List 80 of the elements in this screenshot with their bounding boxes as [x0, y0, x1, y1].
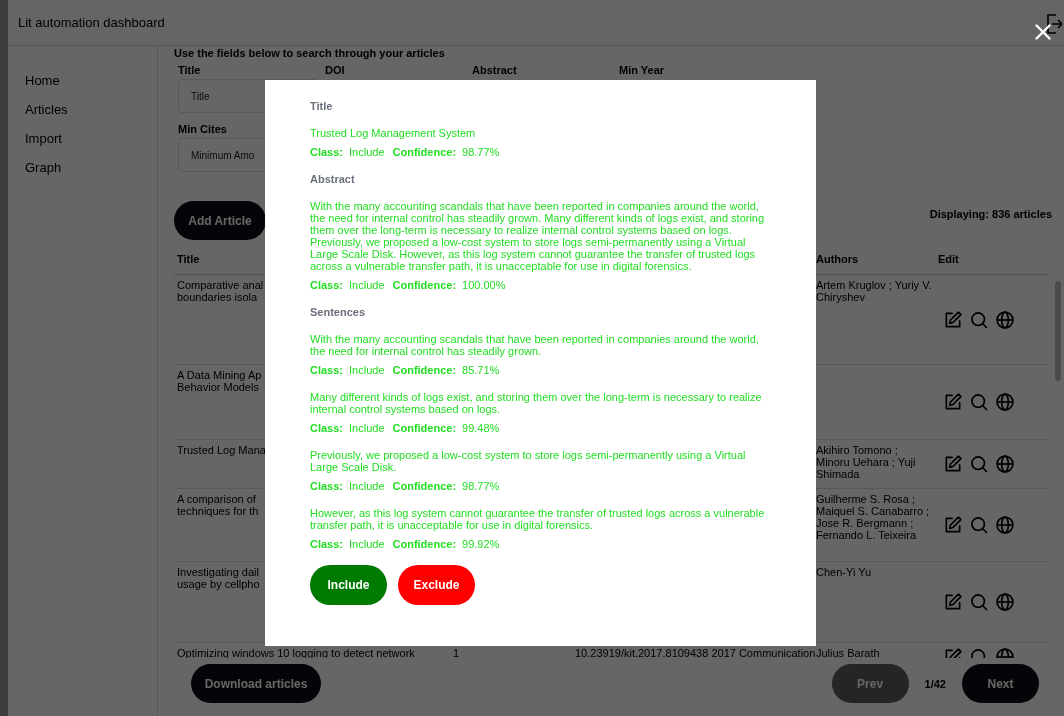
classified-text: Previously, we proposed a low-cost system to store logs semi-permanently using a Virtual Large Scale Disk. [310, 449, 747, 473]
confidence-value: 98.77% [462, 480, 500, 492]
table-cell: Investigating dail usage by cellpho [177, 566, 260, 590]
class-label: Class: [310, 422, 344, 434]
sidebar-item[interactable]: Graph [25, 160, 157, 175]
download-button[interactable]: Download articles [191, 664, 321, 703]
close-icon[interactable] [1035, 24, 1051, 40]
classified-text: However, as this log system cannot guarantee the transfer of trusted logs across a vulnerable transfer path, it is unacceptable for use in digital forensics. [310, 507, 766, 531]
class-value: Include [349, 364, 385, 376]
page-indicator: 1/42 [924, 677, 946, 690]
sidebar-item[interactable]: Home [25, 73, 157, 88]
table-cell: Comparative anal boundaries isola [177, 279, 264, 303]
table-cell-text: Akihiro Tomono ; Minoru Uehara ; Yuji Shimada [816, 444, 917, 480]
confidence-label: Confidence: [392, 146, 457, 158]
field-label: Abstract [472, 64, 518, 76]
next-button[interactable]: Next [962, 664, 1039, 703]
globe-icon[interactable] [995, 592, 1015, 612]
edit-icon[interactable] [943, 592, 963, 612]
table-cell: A comparison of techniques for th [177, 493, 259, 517]
field-label: DOI [325, 64, 346, 76]
section-heading: Sentences [310, 306, 367, 318]
confidence-label: Confidence: [392, 480, 457, 492]
search-hint: Use the fields below to search through your articles [174, 47, 446, 59]
classified-text: With the many accounting scandals that have been reported in companies around the world, the need for internal control has steadily grown. [310, 333, 760, 357]
confidence-label: Confidence: [392, 364, 457, 376]
column-header: Title [177, 253, 200, 265]
search-icon[interactable] [969, 592, 989, 612]
edit-icon[interactable] [943, 309, 963, 330]
table-cell-text: Guilherme S. Rosa ; Maiquel S. Canabarro ; Jose R. Bergmann ; Fernando L. Teixeira [816, 493, 931, 541]
confidence-value: 99.48% [462, 422, 500, 434]
class-label: Class: [310, 279, 344, 291]
globe-icon[interactable] [995, 309, 1015, 330]
sidebar-item[interactable]: Import [25, 131, 157, 146]
article-count: Displaying: 836 articles [929, 207, 1052, 220]
table-cell-text: Julius Barath [816, 647, 881, 658]
field-label: Title [178, 64, 202, 76]
edit-icon[interactable] [943, 515, 963, 535]
edit-icon[interactable] [943, 454, 963, 474]
class-value: Include [349, 480, 385, 492]
classified-text: Trusted Log Management System [310, 127, 477, 139]
classified-text: Many different kinds of logs exist, and storing them over the long-term is necessary to realize internal control systems based on logs. [310, 391, 763, 415]
class-label: Class: [310, 480, 344, 492]
table-cell: 1 [453, 647, 460, 658]
class-value: Include [349, 146, 385, 158]
table-cell: 10.23919/kit.2017.8109438 2017 Communication [575, 647, 816, 658]
search-icon[interactable] [969, 392, 989, 412]
app-title: Lit automation dashboard [18, 15, 165, 30]
logout-icon[interactable] [1046, 14, 1062, 34]
class-label: Class: [310, 364, 344, 376]
table-cell-text: Artem Kruglov ; Yuriy V. Chiryshev [816, 279, 933, 303]
search-icon[interactable] [969, 454, 989, 474]
edit-icon[interactable] [943, 392, 963, 412]
column-header: Authors [816, 253, 859, 265]
field-label: Min Year [619, 64, 666, 76]
class-value: Include [349, 279, 385, 291]
confidence-value: 100.00% [462, 279, 506, 291]
table-cell-text: Chen-Yi Yu [816, 566, 873, 578]
table-cell: A Data Mining Ap Behavior Models [177, 369, 262, 393]
section-heading: Abstract [310, 173, 356, 185]
globe-icon[interactable] [995, 515, 1015, 535]
classified-text: With the many accounting scandals that have been reported in companies around the world, the need for internal control has steadily grown. Many different kinds of logs exist, and storing them over the long-term is necessary to realize internal control systems based on logs. Previously, we proposed a low-cost system to store logs semi-permanently using a Virtual Large Scale Disk. However, as this log system cannot guarantee the transfer of trusted logs across a vulnerable transfer path, it is unacceptable for use in digital forensics. [310, 200, 766, 272]
confidence-label: Confidence: [392, 422, 457, 434]
globe-icon[interactable] [995, 454, 1015, 474]
add-article-button[interactable]: Add Article [174, 201, 266, 240]
confidence-value: 99.92% [462, 538, 500, 550]
column-header: Edit [938, 253, 959, 265]
class-value: Include [349, 538, 385, 550]
table-cell: Trusted Log Mana [177, 444, 266, 456]
confidence-label: Confidence: [392, 279, 457, 291]
confidence-value: 98.77% [462, 146, 500, 158]
include-button[interactable]: Include [310, 565, 387, 605]
exclude-button[interactable]: Exclude [398, 565, 475, 605]
class-label: Class: [310, 538, 344, 550]
confidence-value: 85.71% [462, 364, 500, 376]
search-icon[interactable] [969, 515, 989, 535]
search-icon[interactable] [969, 309, 989, 330]
class-value: Include [349, 422, 385, 434]
sidebar-item[interactable]: Articles [25, 102, 157, 117]
confidence-label: Confidence: [392, 538, 457, 550]
globe-icon[interactable] [995, 392, 1015, 412]
